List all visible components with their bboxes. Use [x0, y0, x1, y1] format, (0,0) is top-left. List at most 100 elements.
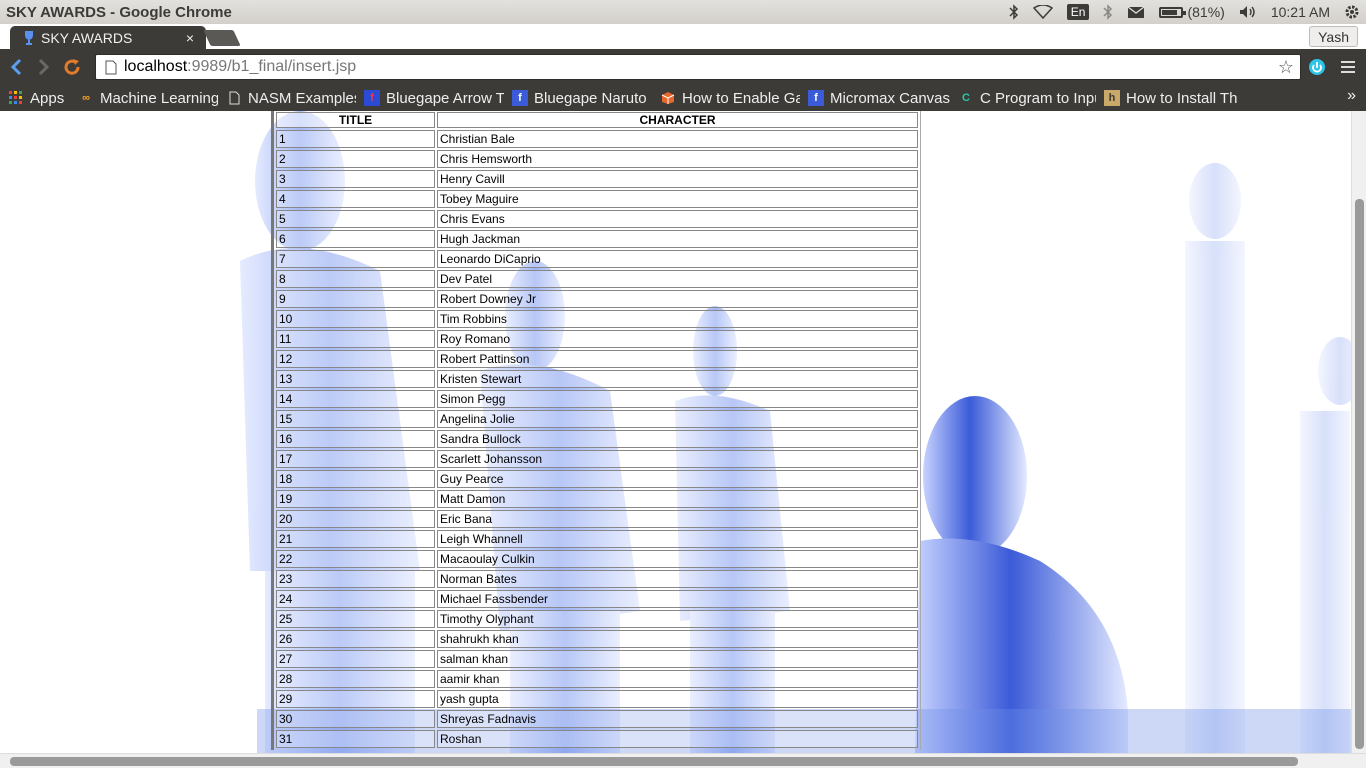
system-tray: En (81%) 10:21 AM — [1009, 0, 1366, 24]
cell-character: Leigh Whannell — [437, 530, 918, 548]
bookmark-micromax-canvas[interactable]: f Micromax Canvas — [808, 90, 950, 107]
cell-title: 29 — [276, 690, 435, 708]
bookmark-how-to-enable[interactable]: How to Enable Ga — [660, 90, 800, 107]
chrome-menu-icon[interactable] — [1341, 59, 1355, 78]
table-row: 27 salman khan — [276, 650, 918, 668]
cell-character: Robert Pattinson — [437, 350, 918, 368]
table-row: 17 Scarlett Johansson — [276, 450, 918, 468]
cell-title: 21 — [276, 530, 435, 548]
new-tab-button[interactable] — [203, 30, 241, 46]
horizontal-scrollbar[interactable] — [0, 753, 1366, 768]
vertical-scrollbar[interactable] — [1351, 111, 1366, 753]
cell-character: Michael Fassbender — [437, 590, 918, 608]
keyboard-layout-indicator[interactable]: En — [1066, 4, 1090, 20]
cell-character: Leonardo DiCaprio — [437, 250, 918, 268]
cell-title: 22 — [276, 550, 435, 568]
table-row: 24 Michael Fassbender — [276, 590, 918, 608]
cell-title: 30 — [276, 710, 435, 728]
cell-character: Eric Bana — [437, 510, 918, 528]
box-icon — [660, 90, 676, 106]
cell-character: Henry Cavill — [437, 170, 918, 188]
mail-icon[interactable] — [1127, 5, 1145, 19]
window-title: SKY AWARDS - Google Chrome — [6, 3, 232, 21]
vertical-scrollbar-thumb[interactable] — [1355, 199, 1364, 749]
extension-icon[interactable] — [1308, 58, 1326, 80]
bookmark-label: How to Enable Ga — [682, 89, 800, 107]
page-icon — [102, 60, 120, 75]
facebook-icon: f — [808, 90, 824, 106]
cell-character: aamir khan — [437, 670, 918, 688]
table-row: 2 Chris Hemsworth — [276, 150, 918, 168]
battery-icon — [1159, 6, 1187, 18]
column-header-character: CHARACTER — [437, 112, 918, 128]
table-row: 16 Sandra Bullock — [276, 430, 918, 448]
table-row: 11 Roy Romano — [276, 330, 918, 348]
cell-character: Tobey Maguire — [437, 190, 918, 208]
cell-title: 2 — [276, 150, 435, 168]
cell-character: Christian Bale — [437, 130, 918, 148]
tab-title: SKY AWARDS — [41, 29, 133, 46]
bookmark-c-program[interactable]: C C Program to Inpu — [958, 90, 1096, 107]
clock[interactable]: 10:21 AM — [1271, 4, 1330, 20]
table-row: 3 Henry Cavill — [276, 170, 918, 188]
back-button[interactable] — [2, 53, 30, 81]
cell-character: Sandra Bullock — [437, 430, 918, 448]
tab-strip: SKY AWARDS × Yash — [0, 24, 1366, 49]
browser-toolbar: localhost:9989/b1_final/insert.jsp ☆ — [0, 49, 1366, 85]
bookmark-apps[interactable]: Apps — [8, 90, 70, 107]
cell-character: yash gupta — [437, 690, 918, 708]
forward-button[interactable] — [30, 53, 58, 81]
cell-character: Hugh Jackman — [437, 230, 918, 248]
cell-title: 12 — [276, 350, 435, 368]
table-header-row: TITLE CHARACTER — [276, 112, 918, 128]
bluetooth-icon[interactable] — [1009, 4, 1019, 20]
table-row: 31 Roshan — [276, 730, 918, 748]
cell-title: 16 — [276, 430, 435, 448]
tab-sky-awards[interactable]: SKY AWARDS × — [10, 26, 206, 49]
table-row: 7 Leonardo DiCaprio — [276, 250, 918, 268]
cell-title: 11 — [276, 330, 435, 348]
address-bar[interactable]: localhost:9989/b1_final/insert.jsp ☆ — [95, 54, 1301, 80]
bookmarks-overflow-icon[interactable]: » — [1347, 87, 1356, 105]
os-top-bar: SKY AWARDS - Google Chrome En (81%) 10:2… — [0, 0, 1366, 24]
cell-title: 1 — [276, 130, 435, 148]
wifi-icon[interactable] — [1032, 5, 1053, 19]
horizontal-scrollbar-thumb[interactable] — [10, 757, 1298, 766]
table-row: 5 Chris Evans — [276, 210, 918, 228]
bluetooth-off-icon[interactable] — [1103, 4, 1113, 20]
reload-button[interactable] — [58, 53, 86, 81]
url-path: :9989/b1_final/insert.jsp — [187, 58, 357, 75]
bookmark-bluegape-naruto[interactable]: f Bluegape Naruto — [512, 90, 652, 107]
table-row: 12 Robert Pattinson — [276, 350, 918, 368]
table-row: 1 Christian Bale — [276, 130, 918, 148]
c-icon: C — [962, 92, 970, 104]
cell-title: 14 — [276, 390, 435, 408]
bookmark-bluegape-arrow[interactable]: f Bluegape Arrow T — [364, 90, 504, 107]
cell-character: Macaoulay Culkin — [437, 550, 918, 568]
cell-title: 17 — [276, 450, 435, 468]
battery-percent: (81%) — [1187, 4, 1225, 20]
table-row: 8 Dev Patel — [276, 270, 918, 288]
settings-gear-icon[interactable] — [1344, 4, 1360, 20]
bookmark-how-to-install[interactable]: h How to Install Th — [1104, 90, 1242, 107]
table-row: 9 Robert Downey Jr — [276, 290, 918, 308]
battery-indicator[interactable]: (81%) — [1159, 4, 1225, 20]
cell-title: 3 — [276, 170, 435, 188]
cell-title: 25 — [276, 610, 435, 628]
volume-icon[interactable] — [1239, 5, 1257, 19]
cell-title: 4 — [276, 190, 435, 208]
cell-character: Kristen Stewart — [437, 370, 918, 388]
close-tab-icon[interactable]: × — [182, 30, 198, 46]
page-icon — [226, 90, 242, 106]
bookmark-star-icon[interactable]: ☆ — [1278, 57, 1294, 78]
profile-button[interactable]: Yash — [1309, 26, 1358, 47]
column-header-title: TITLE — [276, 112, 435, 128]
cell-title: 31 — [276, 730, 435, 748]
cell-character: Chris Evans — [437, 210, 918, 228]
apps-grid-icon — [8, 90, 24, 106]
bookmark-nasm-examples[interactable]: NASM Examples — [226, 90, 356, 107]
cell-title: 26 — [276, 630, 435, 648]
bookmark-label: Bluegape Naruto — [534, 89, 647, 107]
results-table: TITLE CHARACTER 1 Christian Bale 2 Chris H… — [271, 111, 921, 750]
bookmark-machine-learning[interactable]: ∞ Machine Learning — [78, 90, 218, 107]
